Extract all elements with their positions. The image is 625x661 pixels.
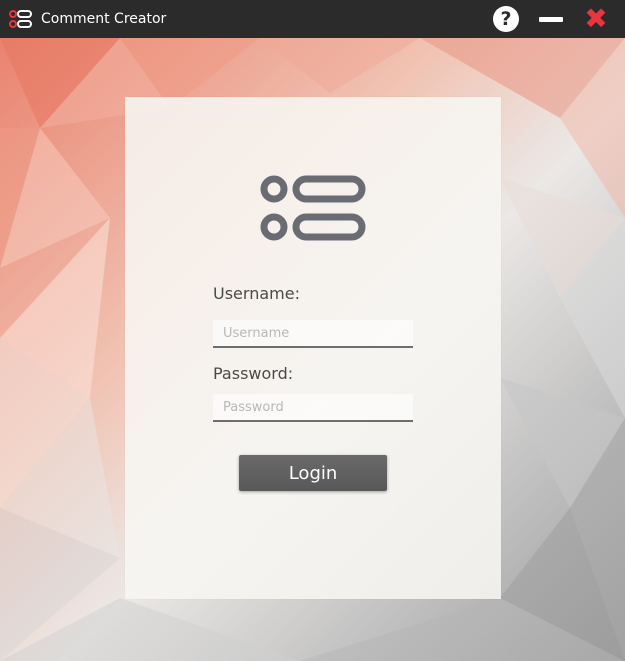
minimize-button[interactable] <box>536 5 566 33</box>
close-icon: ✖ <box>584 2 608 35</box>
minimize-icon <box>539 16 563 22</box>
help-icon: ? <box>493 6 519 32</box>
window-title: Comment Creator <box>41 11 167 27</box>
password-input[interactable] <box>213 394 413 422</box>
help-button[interactable]: ? <box>491 5 521 33</box>
comment-creator-logo-icon <box>260 175 366 241</box>
app-logo-icon <box>9 9 33 29</box>
login-button[interactable]: Login <box>239 455 387 491</box>
password-label: Password: <box>213 364 294 383</box>
window-controls: ? ✖ <box>476 5 611 33</box>
close-button[interactable]: ✖ <box>581 5 611 33</box>
app-window: Comment Creator ? ✖ Username: Username P… <box>0 0 625 661</box>
title-bar[interactable]: Comment Creator ? ✖ <box>0 0 625 38</box>
username-label: Username: <box>213 284 300 303</box>
login-card: Username: Password: Login <box>125 97 501 599</box>
username-input[interactable] <box>213 320 413 348</box>
